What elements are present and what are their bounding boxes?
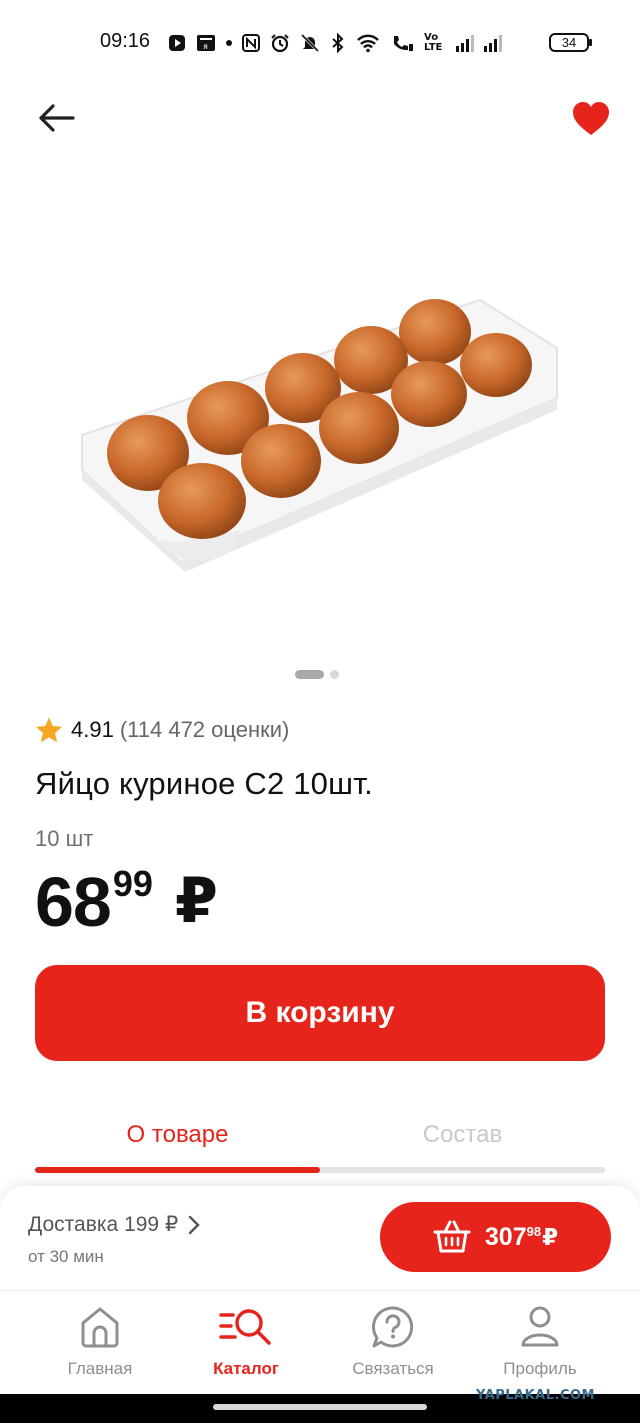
bottom-navigation: Главная Каталог Связаться Профиль (0, 1290, 640, 1394)
rating-count: (114 472 оценки) (119, 717, 290, 742)
heart-icon (573, 102, 609, 135)
dot-icon (226, 32, 232, 54)
home-indicator[interactable] (213, 1404, 427, 1410)
nav-profile[interactable]: Профиль (460, 1305, 620, 1379)
status-time: 09:16 (100, 30, 151, 52)
tab-indicator (35, 1167, 320, 1173)
pager-dot-active[interactable] (295, 670, 324, 679)
basket-total-kopecks: 98 (526, 1224, 542, 1239)
status-icons: я Vo LTE (168, 30, 502, 56)
status-bar: 09:16 я Vo LTE 34 (0, 0, 640, 88)
wifi-icon (356, 32, 380, 54)
basket-total-rubles: 307 (484, 1223, 527, 1251)
nav-catalog-label: Каталог (213, 1359, 279, 1378)
star-icon (36, 717, 62, 743)
product-rating[interactable]: 4.91 (114 472 оценки) (35, 716, 289, 744)
add-to-cart-button[interactable]: В корзину (35, 965, 605, 1061)
wifi-call-icon (390, 32, 414, 54)
home-icon (81, 1307, 119, 1348)
bluetooth-icon (330, 32, 346, 54)
product-title: Яйцо куриное С2 10шт. (35, 766, 373, 801)
profile-icon (521, 1306, 559, 1347)
favorite-button[interactable] (568, 98, 614, 140)
image-pager[interactable] (295, 670, 339, 679)
delivery-bar: Доставка 199 ₽ от 30 мин 307 98 ₽ (0, 1186, 640, 1290)
price-kopecks: 99 (112, 863, 153, 904)
nav-contact-label: Связаться (352, 1359, 434, 1378)
tab-composition[interactable]: Состав (320, 1121, 605, 1149)
nav-home[interactable]: Главная (20, 1305, 180, 1379)
product-tabs: О товаре Состав (35, 1115, 605, 1175)
alarm-icon (270, 32, 290, 54)
delivery-info[interactable]: Доставка 199 ₽ от 30 мин (28, 1212, 200, 1267)
back-button[interactable] (34, 98, 78, 138)
catalog-search-icon (219, 1309, 271, 1345)
watermark: YAPLAKAL.COM (476, 1388, 595, 1403)
basket-currency: ₽ (542, 1224, 559, 1250)
rating-score: 4.91 (71, 717, 114, 742)
delivery-label: Доставка 199 ₽ (28, 1213, 179, 1236)
nfc-icon (242, 32, 260, 54)
egg-carton-photo (81, 298, 558, 572)
app-notification-icon: я (196, 32, 216, 54)
nav-contact[interactable]: Связаться (313, 1305, 473, 1379)
battery-icon: 34 (549, 33, 592, 52)
nav-catalog[interactable]: Каталог (166, 1305, 326, 1379)
svg-text:я: я (203, 42, 208, 51)
nav-home-label: Главная (67, 1359, 133, 1378)
product-image[interactable] (60, 280, 580, 590)
help-chat-icon (372, 1306, 414, 1348)
volte-label: Vo LTE (424, 32, 443, 53)
price-currency: ₽ (174, 867, 219, 936)
tab-about[interactable]: О товаре (35, 1121, 320, 1149)
price-rubles: 68 (35, 863, 112, 941)
basket-total: 307 98 ₽ (485, 1222, 558, 1252)
basket-button[interactable]: 307 98 ₽ (380, 1202, 611, 1272)
signal-strength-1-icon (456, 32, 474, 54)
media-play-icon (168, 32, 186, 54)
delivery-time: от 30 мин (28, 1247, 104, 1266)
arrow-left-icon (39, 104, 75, 132)
nav-profile-label: Профиль (503, 1359, 577, 1378)
product-price: 68 99 ₽ (35, 862, 218, 942)
pager-dot[interactable] (330, 670, 339, 679)
product-quantity: 10 шт (35, 826, 94, 851)
basket-icon (433, 1220, 471, 1253)
mute-icon (300, 32, 320, 54)
chevron-right-icon (189, 1215, 200, 1234)
signal-strength-2-icon (484, 32, 502, 54)
